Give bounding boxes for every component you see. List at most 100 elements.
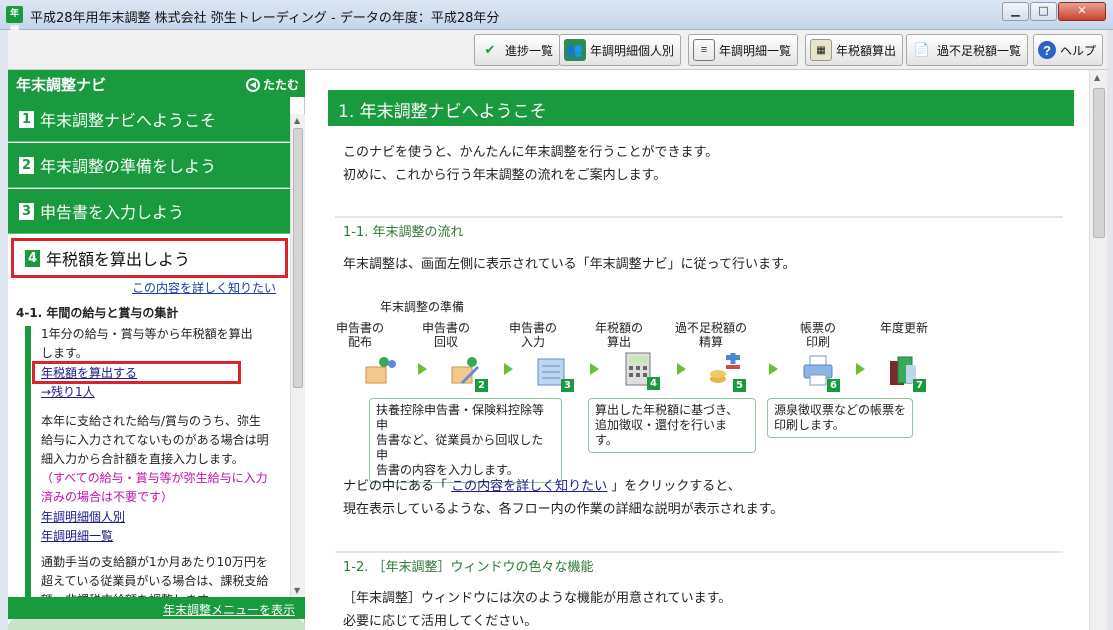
flow-description: 年末調整は、画面左側に表示されている「年末調整ナビ」に従って行います。 xyxy=(343,257,796,272)
chevron-left-icon: ◀ xyxy=(245,77,260,92)
nav-step-3[interactable]: 3 申告書を入力しよう xyxy=(8,189,290,234)
nav-text-line: 1年分の給与・賞与等から年税額を算出 xyxy=(41,327,253,341)
flow-step-label: 年税額の 算出 xyxy=(584,321,654,349)
arrow-right-icon xyxy=(590,363,599,375)
flow-number-badge: 5 xyxy=(733,379,746,392)
navi-header: 年末調整ナビ ◀ たたむ xyxy=(8,70,305,97)
nav-text-line: 細入力から合計額を直接入力します。 xyxy=(41,452,244,466)
nav-text-line: 給与に入力されてないものがある場合は明 xyxy=(41,433,269,447)
document-icon: 📄 xyxy=(913,42,931,57)
help-button[interactable]: ? ヘルプ xyxy=(1033,34,1104,66)
flow-step-label: 帳票の 印刷 xyxy=(783,321,853,349)
coins-plus-minus-icon: 5 xyxy=(706,351,746,392)
flow-step-line2: 入力 xyxy=(520,335,545,349)
nav-step-4[interactable]: 4 年税額を算出しよう xyxy=(11,238,288,278)
detail-person-button[interactable]: 👥 年調明細個人別 xyxy=(559,34,682,66)
step-label: 年末調整の準備をしよう xyxy=(40,157,217,176)
flow-step-line2: 精算 xyxy=(698,335,723,349)
scroll-up-icon[interactable]: ▲ xyxy=(294,116,300,125)
calculator-icon: ▦ xyxy=(810,39,832,61)
step-label: 年税額を算出しよう xyxy=(46,250,191,269)
section-1-1-heading: 1-1. 年末調整の流れ xyxy=(343,225,464,240)
collect-forms-icon: 2 xyxy=(448,353,488,392)
printer-icon: 6 xyxy=(800,353,840,392)
flow-step-line2: 回収 xyxy=(433,335,458,349)
fold-button[interactable]: ◀ たたむ xyxy=(245,76,299,93)
more-info-inline-link[interactable]: この内容を詳しく知りたい xyxy=(451,479,607,494)
callout-print: 源泉徴収票などの帳票を 印刷します。 xyxy=(767,398,913,438)
navi-hint-text: ナビの中にある「 この内容を詳しく知りたい 」をクリックすると、 xyxy=(343,475,741,498)
detail-person-link[interactable]: 年調明細個人別 xyxy=(41,508,125,525)
flow-step-line1: 申告書の xyxy=(421,321,470,335)
step-number: 3 xyxy=(19,202,34,220)
section-1-2-heading: 1-2. ［年末調整］ウィンドウの色々な機能 xyxy=(343,560,594,575)
callout-line: 算出した年税額に基づき、 xyxy=(595,403,739,417)
detail-list-label: 年調明細一覧 xyxy=(719,43,792,58)
detail-list-link[interactable]: 年調明細一覧 xyxy=(41,527,113,544)
step-number: 4 xyxy=(25,249,40,267)
flow-step-label: 申告書の 回収 xyxy=(411,321,481,349)
page-title: 1. 年末調整ナビへようこそ xyxy=(328,90,1074,126)
input-forms-icon: 3 xyxy=(534,353,574,392)
toolbar: ✔ 進捗一覧 👥 年調明細個人別 ≡ 年調明細一覧 ▦ 年税額算出 📄 過不足税… xyxy=(8,30,1107,70)
shortfall-list-button[interactable]: 📄 過不足税額一覧 xyxy=(906,34,1029,66)
flow-step-label: 年度更新 xyxy=(869,321,939,335)
arrow-right-icon xyxy=(856,363,865,375)
callout-settle: 算出した年税額に基づき、 追加徴収・還付を行います。 xyxy=(588,398,756,453)
detail-list-button[interactable]: ≡ 年調明細一覧 xyxy=(688,34,799,66)
callout-line: 印刷します。 xyxy=(774,418,845,432)
arrow-right-icon xyxy=(418,363,427,375)
intro-text: このナビを使うと、かんたんに年末調整を行うことができます。 xyxy=(343,145,719,160)
show-menu-link[interactable]: 年末調整メニューを表示 xyxy=(163,601,295,618)
nav-text-line: 超えている従業員がいる場合は、課税支給 xyxy=(41,574,269,588)
nav-step-2[interactable]: 2 年末調整の準備をしよう xyxy=(8,143,290,188)
close-button[interactable]: ✕ xyxy=(1058,2,1106,21)
maximize-button[interactable]: □ xyxy=(1030,2,1057,21)
calc-tax-link[interactable]: 年税額を算出する xyxy=(41,364,137,381)
tax-calc-button[interactable]: ▦ 年税額算出 xyxy=(805,34,904,66)
arrow-right-icon xyxy=(677,363,686,375)
callout-line: 扶養控除申告書・保険料控除等申 xyxy=(376,403,545,432)
step-number: 2 xyxy=(19,156,34,174)
features-text: 必要に応じて活用してください。 xyxy=(343,614,538,629)
progress-list-button[interactable]: ✔ 進捗一覧 xyxy=(474,34,561,66)
scrollbar-thumb[interactable] xyxy=(293,128,303,388)
minimize-button[interactable]: ▁ xyxy=(1002,2,1029,21)
help-label: ヘルプ xyxy=(1060,43,1097,58)
people-icon: 👥 xyxy=(564,39,586,61)
distribute-forms-icon xyxy=(362,353,398,389)
nav-step-1[interactable]: 1 年末調整ナビへようこそ xyxy=(8,97,290,142)
navi-title: 年末調整ナビ xyxy=(16,76,107,94)
flow-step-line2: 算出 xyxy=(606,335,631,349)
flow-step-line1: 過不足税額の xyxy=(674,321,747,335)
flow-number-badge: 2 xyxy=(475,379,488,392)
calculator-icon: 4 xyxy=(620,351,660,390)
scroll-up-icon[interactable]: ▲ xyxy=(1094,73,1100,82)
navi-hint-pre: ナビの中にある「 xyxy=(343,479,452,494)
scrollbar-thumb[interactable] xyxy=(1093,88,1105,238)
flow-step-line1: 申告書の xyxy=(508,321,557,335)
callout-line: 追加徴収・還付を行います。 xyxy=(595,418,728,447)
flow-step-line1: 申告書の xyxy=(335,321,384,335)
navi-scrollbar[interactable]: ▲ ▼ xyxy=(290,114,305,597)
year-update-icon: 7 xyxy=(886,353,926,392)
step-number: 1 xyxy=(19,110,34,128)
remaining-link[interactable]: →残り1人 xyxy=(41,383,95,400)
nav-text-line: 本年に支給された給与/賞与のうち、弥生 xyxy=(41,414,262,428)
flow-number-badge: 3 xyxy=(561,379,574,392)
step-label: 年末調整ナビへようこそ xyxy=(40,111,217,130)
flow-step-label: 申告書の 入力 xyxy=(498,321,568,349)
arrow-right-icon xyxy=(769,363,778,375)
flow-step-label: 申告書の 配布 xyxy=(325,321,395,349)
navi-panel: 年末調整ナビ ◀ たたむ 1 年末調整ナビへようこそ 2 年末調整の準備をしよう… xyxy=(8,70,305,630)
fold-label: たたむ xyxy=(262,78,299,92)
title-bar: 年調 平成28年用年末調整 株式会社 弥生トレーディング - データの年度：平成… xyxy=(0,0,1113,36)
divider xyxy=(335,216,1063,218)
main-scrollbar[interactable]: ▲ xyxy=(1089,70,1107,630)
menu-tab[interactable] xyxy=(8,619,305,630)
scroll-down-icon[interactable]: ▼ xyxy=(294,586,300,595)
arrow-right-icon xyxy=(504,363,513,375)
note-text: （すべての給与・賞与等が弥生給与に入力 xyxy=(41,471,268,485)
more-info-link[interactable]: この内容を詳しく知りたい xyxy=(132,279,276,296)
flow-number-badge: 4 xyxy=(647,377,660,390)
